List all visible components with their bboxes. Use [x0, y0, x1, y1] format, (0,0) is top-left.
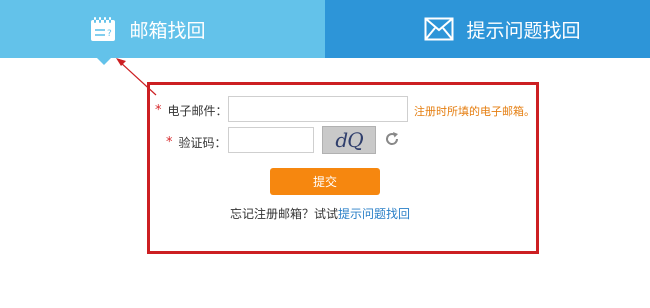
- submit-button[interactable]: 提交: [270, 168, 380, 195]
- email-field[interactable]: [228, 96, 408, 122]
- required-star: *: [155, 103, 162, 118]
- refresh-icon[interactable]: [384, 131, 400, 150]
- email-hint: 注册时所填的电子邮箱。: [414, 105, 535, 118]
- required-star: *: [166, 135, 173, 150]
- email-label: 电子邮件：: [167, 104, 228, 118]
- svg-text:?: ?: [107, 29, 112, 39]
- tab-email-label: 邮箱找回: [129, 19, 206, 42]
- tab-question-recovery[interactable]: 提示问题找回: [325, 0, 650, 58]
- captcha-row: * 验证码：: [166, 134, 227, 151]
- captcha-image[interactable]: dQ: [322, 126, 376, 154]
- forgot-email-text: 忘记注册邮箱？试试提示问题找回: [230, 205, 410, 222]
- captcha-field[interactable]: [228, 127, 314, 153]
- submit-label: 提交: [312, 175, 337, 189]
- tab-question-label: 提示问题找回: [466, 19, 581, 42]
- forgot-prefix: 忘记注册邮箱？试试: [230, 207, 339, 221]
- notepad-icon: ?: [89, 15, 117, 43]
- captcha-label: 验证码：: [178, 136, 227, 150]
- tab-email-recovery[interactable]: ? 邮箱找回: [0, 0, 325, 58]
- recovery-tabs: ? 邮箱找回 提示问题找回: [0, 0, 650, 58]
- captcha-text: dQ: [335, 128, 363, 152]
- question-recovery-link[interactable]: 提示问题找回: [338, 207, 410, 221]
- envelope-icon: [424, 17, 454, 41]
- email-row: * 电子邮件：: [155, 102, 228, 119]
- active-tab-pointer: [97, 58, 111, 65]
